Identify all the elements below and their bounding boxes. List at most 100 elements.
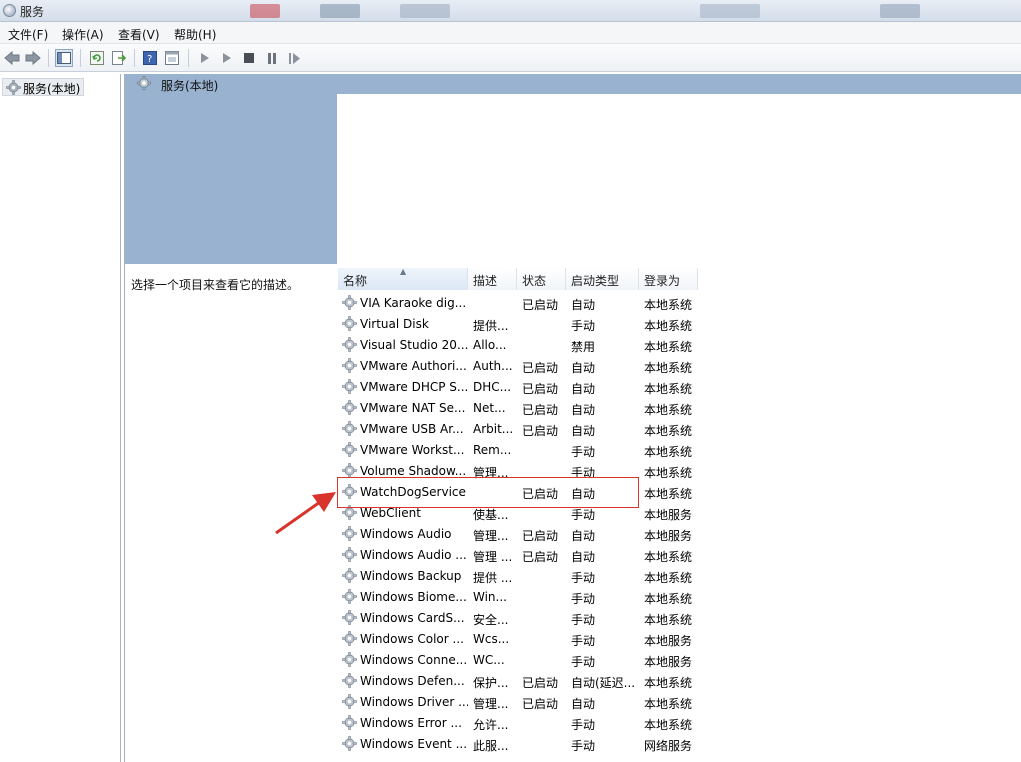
service-logon-as: 本地服务	[644, 529, 693, 543]
service-name: Windows CardS...	[360, 611, 465, 625]
description-pane: 选择一个项目来查看它的描述。	[125, 264, 337, 762]
gear-icon	[6, 80, 21, 98]
service-logon-as: 本地系统	[644, 319, 693, 333]
service-logon-as: 本地系统	[644, 424, 693, 438]
column-header-logon-as[interactable]: 登录为	[639, 268, 698, 290]
service-description: 保护...	[473, 676, 509, 690]
service-gear-icon	[342, 568, 357, 586]
service-row[interactable]: Visual Studio 20... Allo... 禁用 本地系统	[338, 335, 1021, 356]
service-row[interactable]: Windows Audio 管理... 已启动 自动 本地服务	[338, 524, 1021, 545]
service-row[interactable]: VMware USB Ar... Arbit... 已启动 自动 本地系统	[338, 419, 1021, 440]
start-service-alt-icon[interactable]	[218, 49, 236, 67]
service-logon-as: 本地系统	[644, 613, 693, 627]
start-service-icon[interactable]	[196, 49, 214, 67]
sort-ascending-icon: ▲	[400, 267, 407, 276]
restart-service-icon[interactable]	[286, 49, 304, 67]
show-tree-icon[interactable]	[55, 49, 73, 67]
service-row[interactable]: Windows Driver ... 管理... 已启动 自动 本地系统	[338, 692, 1021, 713]
service-status: 已启动	[522, 487, 559, 501]
blank-area	[337, 94, 1021, 264]
export-list-icon[interactable]	[110, 49, 128, 67]
service-startup-type: 手动	[571, 739, 596, 753]
service-row[interactable]: Windows CardS... 安全... 手动 本地系统	[338, 608, 1021, 629]
services-list: ▲ 名称 描述 状态 启动类型 登录为 VIA Karaoke dig... 已启…	[338, 264, 1021, 762]
service-description: Rem...	[473, 443, 512, 457]
refresh-icon[interactable]	[88, 49, 106, 67]
service-logon-as: 本地系统	[644, 298, 693, 312]
service-row[interactable]: VMware NAT Se... Net... 已启动 自动 本地系统	[338, 398, 1021, 419]
menu-file[interactable]: 文件(F)	[8, 26, 48, 43]
service-logon-as: 本地系统	[644, 382, 693, 396]
service-startup-type: 自动	[571, 487, 596, 501]
service-row[interactable]: WebClient 使基... 手动 本地服务	[338, 503, 1021, 524]
description-hint: 选择一个项目来查看它的描述。	[131, 278, 300, 292]
service-name: Windows Defen...	[360, 674, 465, 688]
service-startup-type: 自动	[571, 424, 596, 438]
service-startup-type: 自动	[571, 697, 596, 711]
service-gear-icon	[342, 652, 357, 670]
service-name: VMware Authori...	[360, 359, 467, 373]
service-gear-icon	[342, 589, 357, 607]
service-row[interactable]: VIA Karaoke dig... 已启动 自动 本地系统	[338, 293, 1021, 314]
service-name: Windows Backup	[360, 569, 462, 583]
service-row[interactable]: Windows Backup 提供 ... 手动 本地系统	[338, 566, 1021, 587]
service-startup-type: 手动	[571, 718, 596, 732]
service-startup-type: 自动	[571, 298, 596, 312]
tree-item-services-local[interactable]: 服务(本地)	[2, 78, 85, 98]
service-name: Windows Event ...	[360, 737, 468, 751]
service-name: Windows Conne...	[360, 653, 468, 667]
service-gear-icon	[342, 358, 357, 376]
properties-icon[interactable]	[163, 49, 181, 67]
service-name: VMware NAT Se...	[360, 401, 466, 415]
column-header-startup-type[interactable]: 启动类型	[566, 268, 639, 290]
service-gear-icon	[342, 631, 357, 649]
service-startup-type: 自动	[571, 361, 596, 375]
service-logon-as: 本地系统	[644, 676, 693, 690]
services-app-icon	[3, 4, 16, 17]
toolbar-separator	[48, 49, 49, 67]
menu-help[interactable]: 帮助(H)	[174, 26, 216, 43]
service-gear-icon	[342, 421, 357, 439]
service-row[interactable]: Windows Error ... 允许... 手动 本地系统	[338, 713, 1021, 734]
pause-service-icon[interactable]	[263, 49, 281, 67]
service-gear-icon	[342, 547, 357, 565]
service-startup-type: 手动	[571, 508, 596, 522]
service-status: 已启动	[522, 361, 559, 375]
service-status: 已启动	[522, 424, 559, 438]
service-description: 允许...	[473, 718, 509, 732]
service-startup-type: 手动	[571, 634, 596, 648]
column-header-description[interactable]: 描述	[468, 268, 517, 290]
service-logon-as: 本地系统	[644, 487, 693, 501]
service-row[interactable]: Windows Defen... 保护... 已启动 自动(延迟... 本地系统	[338, 671, 1021, 692]
stop-service-icon[interactable]	[240, 49, 258, 67]
service-logon-as: 本地系统	[644, 550, 693, 564]
column-header-status[interactable]: 状态	[517, 268, 566, 290]
service-gear-icon	[342, 736, 357, 754]
service-startup-type: 手动	[571, 466, 596, 480]
service-row[interactable]: Volume Shadow... 管理... 手动 本地系统	[338, 461, 1021, 482]
window-title: 服务	[20, 5, 45, 19]
service-row[interactable]: VMware Workst... Rem... 手动 本地系统	[338, 440, 1021, 461]
service-row[interactable]: Windows Color ... Wcs... 手动 本地服务	[338, 629, 1021, 650]
menu-action[interactable]: 操作(A)	[62, 26, 104, 43]
forward-icon[interactable]	[24, 49, 42, 67]
column-header-name[interactable]: ▲ 名称	[338, 267, 468, 290]
service-name: Windows Audio	[360, 527, 452, 541]
help-icon[interactable]: ?	[141, 49, 159, 67]
service-description: 使基...	[473, 508, 509, 522]
service-description: 此服...	[473, 739, 509, 753]
console-tree: 服务(本地)	[0, 74, 121, 762]
service-startup-type: 自动	[571, 550, 596, 564]
service-gear-icon	[342, 484, 357, 502]
service-row[interactable]: VMware Authori... Auth... 已启动 自动 本地系统	[338, 356, 1021, 377]
menu-view[interactable]: 查看(V)	[118, 26, 160, 43]
service-row[interactable]: Windows Biome... Win... 手动 本地系统	[338, 587, 1021, 608]
back-icon[interactable]	[3, 49, 21, 67]
service-row[interactable]: Windows Conne... WC... 手动 本地服务	[338, 650, 1021, 671]
service-row[interactable]: VMware DHCP S... DHC... 已启动 自动 本地系统	[338, 377, 1021, 398]
service-row[interactable]: WatchDogService 已启动 自动 本地系统	[338, 482, 1021, 503]
service-description: Auth...	[473, 359, 513, 373]
service-row[interactable]: Virtual Disk 提供... 手动 本地系统	[338, 314, 1021, 335]
service-row[interactable]: Windows Event ... 此服... 手动 网络服务	[338, 734, 1021, 755]
service-row[interactable]: Windows Audio ... 管理 ... 已启动 自动 本地系统	[338, 545, 1021, 566]
